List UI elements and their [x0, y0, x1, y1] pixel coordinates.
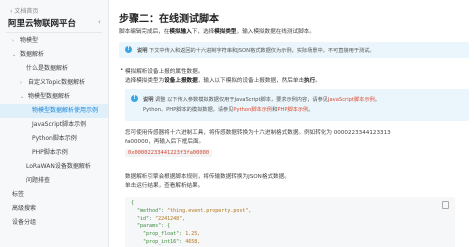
- paragraph: fa00000，再输入后下框后面。: [125, 139, 205, 145]
- sidebar-nav: › 物模型 ⌄ 数据解析 什么是数据解析 › 自定义Topic数据解析 ⌄ 物模型数据解析 物模型…: [0, 34, 108, 230]
- page-title: 步骤二：在线测试脚本: [119, 14, 219, 25]
- chevron-right-icon[interactable]: ›: [12, 34, 20, 48]
- sidebar-item[interactable]: 高级搜索: [0, 202, 108, 216]
- code-line: {: [131, 200, 449, 208]
- sidebar-item-label: LoRaWAN设备数据解析: [26, 163, 91, 170]
- code-line: "id": "2241248",: [131, 216, 449, 224]
- sidebar-item-label: 问题排查: [26, 177, 51, 184]
- chevron-down-icon[interactable]: ⌄: [20, 90, 28, 104]
- sidebar-item[interactable]: 问题排查: [0, 174, 108, 188]
- sidebar-item[interactable]: 什么是数据解析: [0, 62, 108, 76]
- note-box: ! 说明 下文中传入和返回的十六进制字符串和JSON格式数据仅为示例，实际场景中…: [119, 42, 469, 58]
- sidebar: ‹ 文档首页 阿里云物联网平台 ‹ › 物模型 ⌄ 数据解析 什么是数据解析 › 自定义To…: [0, 0, 109, 247]
- bullet-line: 模拟解析设备上报的属性数据。: [125, 69, 204, 75]
- sidebar-item-label: 高级搜索: [12, 205, 37, 212]
- sidebar-item[interactable]: Python脚本示例: [0, 132, 108, 146]
- intro-text: 脚本编辑完成后，在模拟输入下，选择模拟类型，输入模拟数据在线测试脚本。: [119, 29, 315, 35]
- sidebar-item-label: 物模型数据解析: [28, 93, 71, 100]
- code-line: "prop_float": 1.25,: [131, 231, 449, 239]
- sidebar-item[interactable]: 设备分组: [0, 216, 108, 230]
- code-key: "prop_float":: [131, 231, 186, 238]
- sidebar-title: 阿里云物联网平台: [8, 19, 77, 29]
- code-value: 1.25,: [185, 231, 201, 238]
- sidebar-item-label: 什么是数据解析: [26, 65, 69, 72]
- sidebar-item[interactable]: 物模型数据解析使用示例: [0, 104, 108, 118]
- sidebar-item-label: PHP脚本示例: [32, 149, 68, 156]
- note-text: 说明 下文中传入和返回的十六进制字符串和JSON格式数据仅为示例，实际场景中，不…: [137, 48, 375, 54]
- sidebar-item-label: 设备分组: [12, 219, 37, 226]
- code-value: 4658,: [185, 238, 201, 245]
- sidebar-item-label: 自定义Topic数据解析: [28, 79, 86, 86]
- code-key: "prop_int16":: [131, 238, 186, 245]
- sidebar-item-label: 物模型数据解析使用示例: [32, 107, 99, 114]
- javascript-example-link[interactable]: JavaScript脚本示例: [328, 97, 375, 103]
- sidebar-divider: [6, 32, 102, 33]
- sidebar-item-label: 数据解析: [20, 51, 45, 58]
- sidebar-item-label: Python脚本示例: [32, 135, 77, 142]
- php-example-link[interactable]: PHP脚本示例: [277, 107, 308, 113]
- sidebar-item[interactable]: ⌄ 物模型数据解析: [0, 90, 108, 104]
- code-key: "method":: [131, 207, 168, 214]
- note-text: 说明 调整 以下传入参数模拟数据仅用于JavaScript脚本，要求示例内容，请…: [143, 97, 380, 103]
- code-line: "method": "thing.event.property.post",: [131, 208, 449, 216]
- chevron-down-icon[interactable]: ⌄: [12, 48, 20, 62]
- chevron-right-icon[interactable]: ›: [20, 76, 28, 90]
- bullet-dot: •: [120, 67, 124, 73]
- sidebar-item-label: JavaScript脚本示例: [32, 121, 87, 128]
- code-content: { "method": "thing.event.property.post",…: [125, 197, 455, 247]
- code-line: "prop_int16": 4658,: [131, 239, 449, 247]
- copy-icon[interactable]: [442, 201, 449, 209]
- sidebar-item[interactable]: ⌄ 数据解析: [0, 48, 108, 62]
- sidebar-item-label: 物模型: [20, 37, 39, 44]
- paragraph: 数据解析引擎会根据脚本规则，将传输数据转换为JSON格式数据。: [125, 174, 290, 180]
- chevron-left-icon[interactable]: ‹: [98, 18, 101, 26]
- note-text: Python、PHP脚本的模拟数据，请参见Python脚本示例和PHP脚本示例。: [143, 107, 314, 113]
- code-key: {: [131, 200, 135, 206]
- bullet-line: 选择模拟类型为设备上报数据，输入以下模拟的设备上报数据，然后单击执行。: [125, 78, 321, 84]
- code-block: { "method": "thing.event.property.post",…: [125, 197, 455, 247]
- paragraph: 单击运行结果，查看解析结果。: [125, 183, 204, 189]
- paragraph: 您可使用传感器将十六进制工具，将传感数据转换为十六进制格式数据。例如转化为 00…: [125, 130, 391, 136]
- sidebar-item[interactable]: 标签: [0, 188, 108, 202]
- code-value: "2241248",: [155, 215, 186, 222]
- hex-input-code: 0x00002233441223f3fa00000: [125, 149, 213, 157]
- doc-home-link[interactable]: ‹ 文档首页: [10, 6, 38, 15]
- sidebar-item[interactable]: JavaScript脚本示例: [0, 118, 108, 132]
- code-line: "params": {: [131, 223, 449, 231]
- info-icon: !: [131, 95, 138, 102]
- info-icon: !: [125, 46, 132, 53]
- main-content: 步骤二：在线测试脚本 脚本编辑完成后，在模拟输入下，选择模拟类型，输入模拟数据在…: [109, 0, 474, 247]
- sidebar-item[interactable]: › 自定义Topic数据解析: [0, 76, 108, 90]
- sidebar-item[interactable]: › 物模型: [0, 34, 108, 48]
- sidebar-item[interactable]: LoRaWAN设备数据解析: [0, 160, 108, 174]
- code-key: "id":: [131, 215, 156, 222]
- note-box: ! 说明 调整 以下传入参数模拟数据仅用于JavaScript脚本，要求示例内容…: [125, 89, 469, 121]
- python-example-link[interactable]: Python脚本示例: [233, 107, 272, 113]
- sidebar-item-label: 标签: [12, 191, 25, 198]
- code-key: "params": {: [131, 223, 171, 230]
- code-value: "thing.event.property.post",: [167, 207, 252, 214]
- sidebar-item[interactable]: PHP脚本示例: [0, 146, 108, 160]
